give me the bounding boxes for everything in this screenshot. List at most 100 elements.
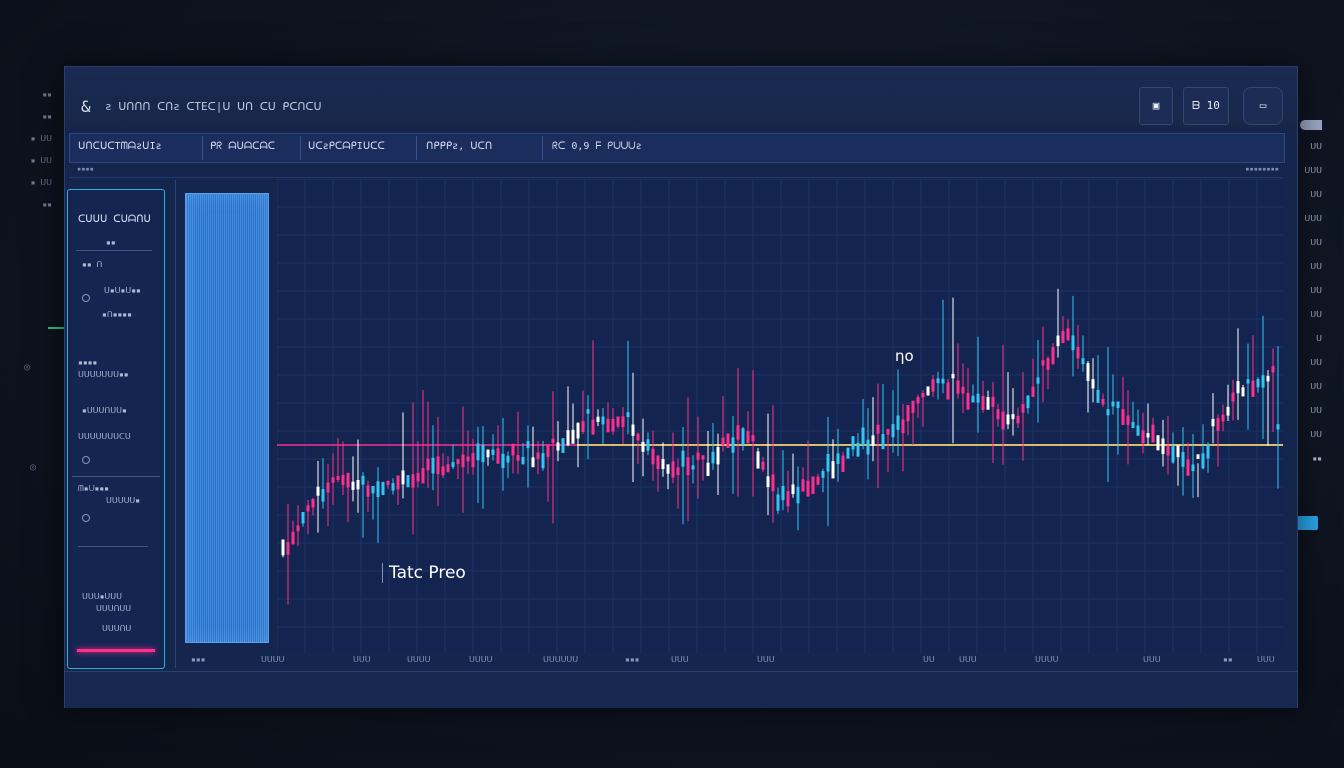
candle-body (901, 419, 905, 434)
candle-body (716, 447, 720, 465)
candle-body (386, 480, 390, 485)
scroll-handle[interactable] (1300, 120, 1322, 130)
candle-body (1126, 415, 1130, 425)
candle-body (411, 474, 415, 488)
monitor-button[interactable]: ▣ (1139, 87, 1173, 125)
candle-body (876, 424, 880, 434)
sidebar-row[interactable]: ▪▪ ᑎ (82, 260, 102, 269)
candle-body (906, 405, 910, 422)
margin-label: ᑌᑌ (1310, 310, 1322, 319)
candle-body (356, 479, 360, 490)
candle-body (886, 428, 890, 435)
candle-body (1166, 445, 1170, 456)
zoom-button[interactable]: ᗷ 10 (1183, 87, 1229, 125)
candle-body (976, 393, 980, 403)
candle-body (666, 464, 670, 474)
candle-body (1076, 347, 1080, 359)
candle-body (1001, 411, 1005, 430)
candle-body (316, 486, 320, 496)
candle-body (566, 430, 570, 446)
candle-body (361, 475, 365, 485)
candle-body (631, 424, 635, 436)
candle-body (496, 448, 500, 464)
x-axis-label: ᑌᑌᑌ (353, 655, 371, 664)
candle-body (1231, 392, 1235, 402)
candle-body (426, 458, 430, 471)
radio-icon[interactable] (82, 294, 90, 302)
candle-body (791, 484, 795, 495)
x-axis-label: ᑌᑌᑌ (671, 655, 689, 664)
sidebar-row[interactable]: ᑌᑌᑌᑎᑌ (102, 624, 131, 633)
price-chart[interactable]: ƞo Tatc Preo (277, 179, 1283, 653)
active-indicator[interactable] (1296, 516, 1318, 530)
candle-body (751, 435, 755, 442)
candle-body (646, 439, 650, 451)
subbar-right: ▪▪▪▪▪▪▪▪ (1245, 165, 1279, 173)
sidebar-row[interactable]: ᑌᑌᑌ▪ᑌᑌᑌ (82, 592, 122, 601)
candle-body (946, 382, 950, 400)
x-axis-label: ᑌᑌᑌᑌ (407, 655, 431, 664)
candle-body (1191, 464, 1195, 472)
sidebar-row[interactable]: ᑌᑌᑌᑌᑌ▪ (106, 496, 140, 505)
candle-body (381, 481, 385, 496)
candle-body (1196, 454, 1200, 459)
menu-separator (202, 136, 203, 160)
candle-body (871, 435, 875, 446)
sidebar-row[interactable]: ᗰ▪ᑌ▪▪▪ (78, 484, 109, 494)
candle-body (466, 456, 470, 462)
candle-body (581, 421, 585, 432)
margin-label: ᑌᑌ (1310, 238, 1322, 247)
window-title: ƨ ᑌᑎᑎᑎ ᑕᑎƨ ᑕTEᑕ|ᑌ ᑌᑎ ᑕᑌ ᑭᑕᑎᑕᑌ (105, 100, 322, 113)
sidebar-row: ▪▪ (106, 238, 116, 247)
toggle-button[interactable]: ▭ (1243, 87, 1283, 125)
menu-item[interactable]: ᑭᖇ ᗩᑌᗩᑕᗩᑕ (210, 141, 275, 152)
candle-body (1271, 366, 1275, 373)
sidebar-row[interactable]: ᑌᑌᑌᑌᑌᑌᑌ▪▪ (78, 370, 129, 379)
sidebar-row[interactable]: ᑌ▪ᑌ▪ᑌ▪▪ (104, 286, 141, 295)
candle-body (846, 447, 850, 459)
sidebar-title: ᑕᑌᑌᑌ ᑕᑌᗩᑎᑌ (78, 214, 151, 225)
sidebar-row: ▪▪▪▪ (78, 358, 98, 367)
candle-body (476, 443, 480, 461)
candle-body (396, 475, 400, 490)
x-axis-label: ᑌᑌᑌ (959, 655, 977, 664)
candle-body (1141, 430, 1145, 444)
margin-label: ᑌᑌᑌ (1304, 214, 1322, 223)
sidebar-row[interactable]: ▪ᑌᑌᑌᑎᑌᑌ▪ (82, 406, 127, 415)
candle-body (656, 455, 660, 470)
chart-annotation: ƞo (895, 347, 914, 365)
sidebar-row[interactable]: ▪ᑎ▪▪▪▪ (102, 310, 132, 319)
candle-body (1251, 380, 1255, 397)
x-axis-label: ᑌᑌᑌᑌ (1035, 655, 1059, 664)
menu-item[interactable]: ᑎᑭᑭᑭƨ, ᑌᑕᑎ (426, 141, 492, 152)
x-axis-label: ▪▪ (1223, 655, 1233, 664)
candle-body (416, 473, 420, 482)
radio-icon[interactable] (82, 456, 90, 464)
candle-body (1206, 444, 1210, 459)
candle-body (1056, 335, 1060, 347)
x-axis-label: ▪▪▪ (625, 655, 640, 664)
menu-item[interactable]: ᑌᑎᑕᑌᑕTᗰᗩƨᑌIƨ (78, 141, 161, 152)
candle-body (556, 442, 560, 451)
candle-body (756, 451, 760, 469)
radio-icon[interactable] (82, 514, 90, 522)
candle-body (1106, 409, 1110, 416)
candle-body (786, 491, 790, 507)
toggle-icon: ▭ (1259, 99, 1267, 112)
candle-body (1096, 389, 1100, 403)
sidebar-row[interactable]: ᑌᑌᑌᑌᑌᑌᑌᑕᑌ (78, 432, 131, 441)
menu-item[interactable]: ᑌᑕƨᑭᑕᗩᑭIᑌᑕᑕ (308, 141, 385, 152)
margin-label: ▪▪ (42, 200, 52, 209)
divider (175, 180, 176, 668)
candle-body (686, 457, 690, 476)
candle-body (591, 419, 595, 435)
candle-body (1006, 414, 1010, 425)
candle-body (1261, 375, 1265, 388)
menu-item[interactable]: ᖇᑕ 0,9 ᖴ ᑭᑌᑌᑌƨ (552, 141, 642, 152)
candle-body (601, 416, 605, 425)
margin-label: ▪ ᑌᑌ (30, 178, 52, 187)
candle-body (311, 499, 315, 508)
sidebar-row[interactable]: ᑌᑌᑌᑎᑌᑌ (96, 604, 131, 613)
candle-body (621, 416, 625, 428)
candle-body (1021, 404, 1025, 413)
